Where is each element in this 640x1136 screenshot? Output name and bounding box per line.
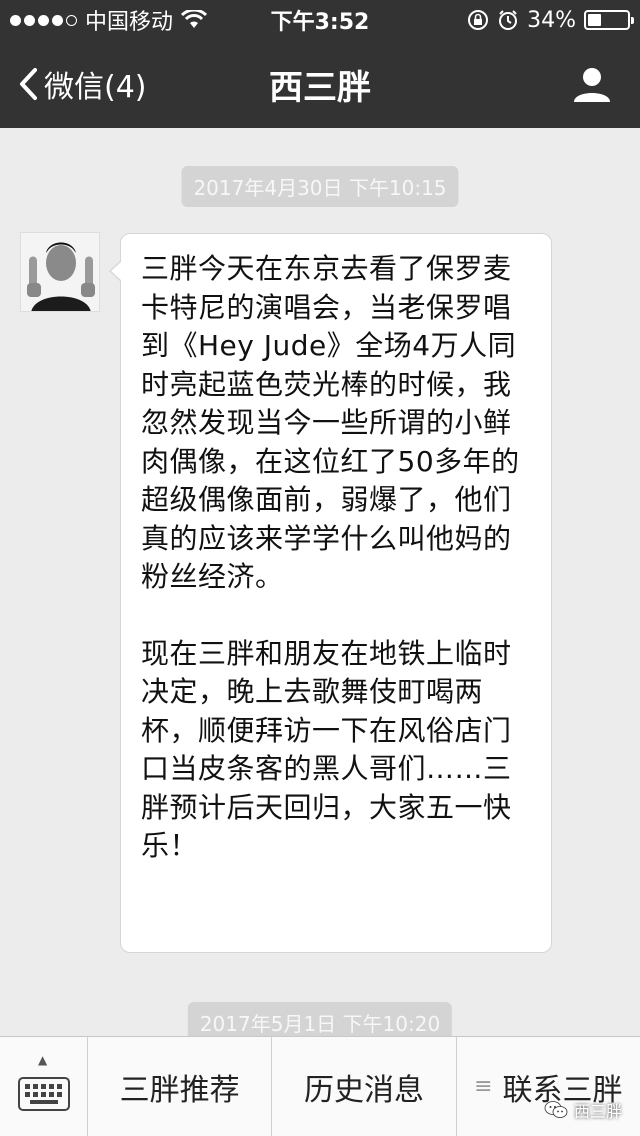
- avatar-portrait-icon: [21, 233, 99, 311]
- status-bar: 中国移动 下午3:52 34%: [0, 0, 640, 40]
- rotation-lock-icon: [468, 10, 489, 30]
- back-label: 微信(4): [44, 70, 147, 105]
- back-button[interactable]: 微信(4): [18, 40, 147, 128]
- battery-icon: [584, 10, 634, 30]
- chevron-left-icon: [20, 68, 37, 100]
- nav-bar: 微信(4) 西三胖: [0, 40, 640, 128]
- watermark: 西三胖: [544, 1098, 622, 1122]
- menu-item-history[interactable]: 历史消息: [272, 1037, 457, 1136]
- signal-dots-icon: [10, 14, 77, 26]
- menu-item-label: 三胖推荐: [119, 1072, 240, 1108]
- profile-icon[interactable]: [572, 64, 612, 104]
- timestamp: 2017年4月30日 下午10:15: [181, 166, 459, 207]
- carrier-label: 中国移动: [85, 10, 174, 35]
- watermark-label: 西三胖: [573, 1102, 622, 1121]
- chevron-up-icon: ▲: [38, 1053, 48, 1067]
- keyboard-toggle-button[interactable]: ▲: [0, 1037, 88, 1136]
- message-bubble[interactable]: 三胖今天在东京去看了保罗麦卡特尼的演唱会，当老保罗唱到《Hey Jude》全场4…: [109, 233, 552, 953]
- avatar[interactable]: [20, 232, 100, 312]
- menu-item-label: 历史消息: [303, 1072, 424, 1108]
- wifi-icon: [181, 10, 208, 28]
- message-paragraph: 现在三胖和朋友在地铁上临时决定，晚上去歌舞伎町喝两杯，顺便拜访一下在风俗店门口当…: [141, 636, 512, 863]
- wechat-icon: [544, 1101, 568, 1118]
- message-paragraph: 三胖今天在东京去看了保罗麦卡特尼的演唱会，当老保罗唱到《Hey Jude》全场4…: [141, 252, 520, 593]
- alarm-icon: [499, 10, 518, 30]
- keyboard-icon: [17, 1076, 70, 1111]
- list-icon: ≡: [474, 1074, 493, 1099]
- battery-percent: 34%: [527, 7, 576, 33]
- menu-item-recommend[interactable]: 三胖推荐: [88, 1037, 273, 1136]
